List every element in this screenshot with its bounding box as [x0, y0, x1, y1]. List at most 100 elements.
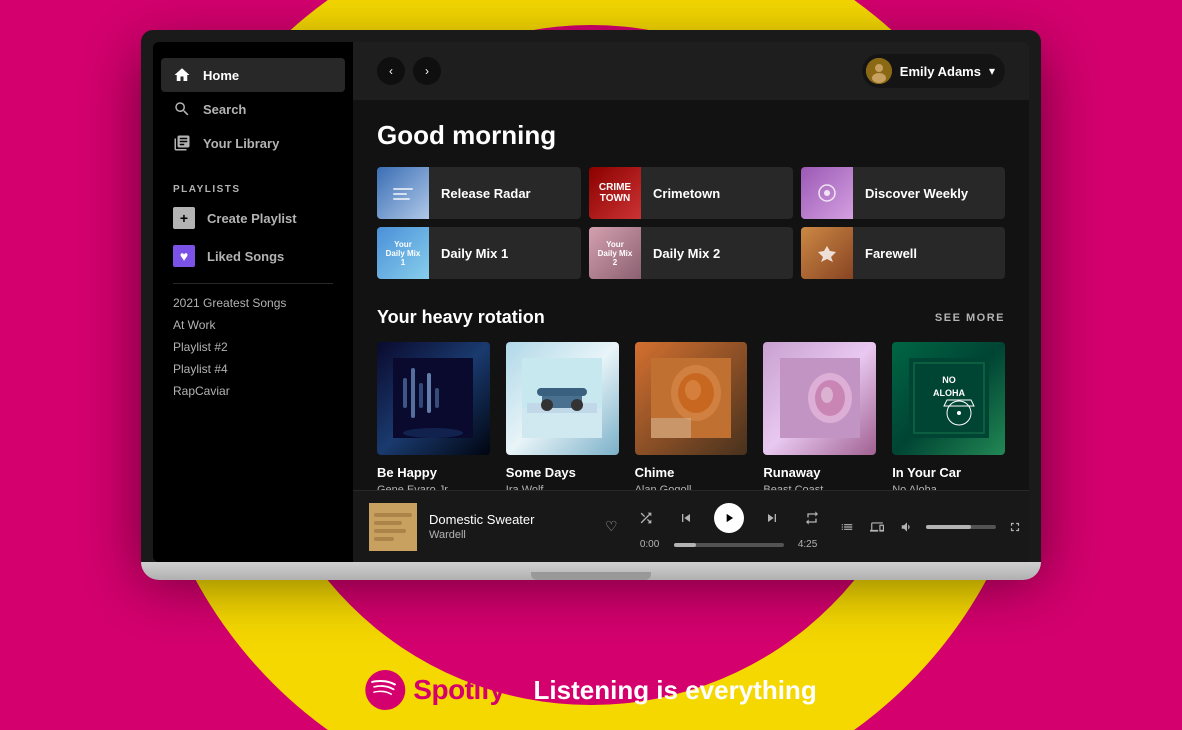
daily-mix-2-label: Daily Mix 2 [653, 246, 720, 261]
quick-item-release-radar[interactable]: Release Radar [377, 167, 581, 219]
farewell-label: Farewell [865, 246, 917, 261]
sidebar-item-library[interactable]: Your Library [161, 126, 345, 160]
playlist-item[interactable]: At Work [173, 318, 333, 332]
rotation-section-header: Your heavy rotation SEE MORE [377, 307, 1005, 328]
volume-bar[interactable] [926, 525, 996, 529]
quick-item-discover-weekly[interactable]: Discover Weekly [801, 167, 1005, 219]
page-title: Good morning [377, 120, 1005, 151]
nav-arrows: ‹ › [377, 57, 441, 85]
scroll-area[interactable]: Good morning [353, 100, 1029, 490]
fullscreen-button[interactable] [1004, 516, 1026, 538]
crimetown-thumb: CRIMETOWN [589, 167, 641, 219]
progress-bar[interactable] [674, 543, 784, 547]
liked-songs-action[interactable]: ♥ Liked Songs [153, 237, 353, 275]
laptop-screen: Home Search [153, 42, 1029, 562]
runaway-thumb [763, 342, 876, 455]
next-button[interactable] [760, 506, 784, 530]
now-playing-bar: Domestic Sweater Wardell ♡ [353, 490, 1029, 562]
progress-row: 0:00 4:25 [634, 539, 824, 550]
devices-button[interactable] [866, 516, 888, 538]
tagline: Listening is everything [534, 675, 817, 706]
quick-item-daily-mix-1[interactable]: YourDaily Mix1 Daily Mix 1 [377, 227, 581, 279]
track-name: Domestic Sweater [429, 512, 589, 527]
release-radar-thumb [377, 167, 429, 219]
create-playlist-label: Create Playlist [207, 211, 297, 226]
album-card-be-happy[interactable]: Be Happy Gene Evaro Jr. [377, 342, 490, 490]
library-label: Your Library [203, 136, 279, 151]
daily-mix-1-thumb: YourDaily Mix1 [377, 227, 429, 279]
playlist-item[interactable]: Playlist #4 [173, 362, 333, 376]
daily-mix-2-thumb: YourDaily Mix2 [589, 227, 641, 279]
quick-access-grid: Release Radar CRIMETOWN Crimetown [377, 167, 1005, 279]
rotation-cards: Be Happy Gene Evaro Jr. [377, 342, 1005, 490]
sidebar: Home Search [153, 42, 353, 562]
home-label: Home [203, 68, 239, 83]
back-button[interactable]: ‹ [377, 57, 405, 85]
farewell-thumb [801, 227, 853, 279]
sidebar-divider [173, 283, 333, 284]
be-happy-thumb [377, 342, 490, 455]
now-playing-thumb [369, 503, 417, 551]
spotify-icon [365, 670, 405, 710]
svg-text:NO: NO [942, 375, 956, 385]
quick-item-crimetown[interactable]: CRIMETOWN Crimetown [589, 167, 793, 219]
search-label: Search [203, 102, 246, 117]
playlist-item[interactable]: 2021 Greatest Songs [173, 296, 333, 310]
spotify-reg: ® [513, 683, 522, 697]
discover-weekly-label: Discover Weekly [865, 186, 968, 201]
spotify-name: Spotify [413, 674, 504, 706]
discover-weekly-thumb [801, 167, 853, 219]
chime-thumb [635, 342, 748, 455]
app-container: Home Search [153, 42, 1029, 562]
time-total: 4:25 [792, 539, 824, 550]
laptop-base [141, 562, 1041, 580]
release-radar-label: Release Radar [441, 186, 531, 201]
user-menu[interactable]: Emily Adams ▾ [862, 54, 1005, 88]
main-content: ‹ › Emily Adams [353, 42, 1029, 562]
in-your-car-title: In Your Car [892, 465, 1005, 480]
repeat-button[interactable] [800, 506, 824, 530]
playlist-item[interactable]: Playlist #2 [173, 340, 333, 354]
previous-button[interactable] [674, 506, 698, 530]
avatar [866, 58, 892, 84]
play-pause-button[interactable] [714, 503, 744, 533]
crimetown-label: Crimetown [653, 186, 720, 201]
like-track-button[interactable]: ♡ [601, 514, 622, 539]
add-icon: + [173, 207, 195, 229]
track-artist: Wardell [429, 529, 589, 541]
album-card-some-days[interactable]: Some Days Ira Wolf [506, 342, 619, 490]
see-more-button[interactable]: SEE MORE [935, 312, 1005, 324]
forward-button[interactable]: › [413, 57, 441, 85]
quick-item-farewell[interactable]: Farewell [801, 227, 1005, 279]
in-your-car-thumb: NO ALOHA [892, 342, 1005, 455]
search-icon [173, 100, 191, 118]
player-center: 0:00 4:25 [634, 503, 824, 550]
rotation-title: Your heavy rotation [377, 307, 545, 328]
user-name: Emily Adams [900, 64, 981, 79]
now-playing-info: Domestic Sweater Wardell [429, 512, 589, 541]
playlist-list: 2021 Greatest Songs At Work Playlist #2 … [153, 292, 353, 402]
heart-icon: ♥ [173, 245, 195, 267]
player-controls [634, 503, 824, 533]
some-days-title: Some Days [506, 465, 619, 480]
sidebar-item-search[interactable]: Search [161, 92, 345, 126]
queue-button[interactable] [836, 516, 858, 538]
liked-songs-label: Liked Songs [207, 249, 284, 264]
album-card-chime[interactable]: Chime Alan Gogoll [635, 342, 748, 490]
laptop-bezel: Home Search [141, 30, 1041, 562]
shuffle-button[interactable] [634, 506, 658, 530]
be-happy-title: Be Happy [377, 465, 490, 480]
runaway-title: Runaway [763, 465, 876, 480]
album-card-in-your-car[interactable]: NO ALOHA In Your Car No Aloha [892, 342, 1005, 490]
svg-text:ALOHA: ALOHA [933, 388, 965, 398]
progress-fill [674, 543, 696, 547]
dropdown-icon: ▾ [989, 64, 995, 78]
topbar: ‹ › Emily Adams [353, 42, 1029, 100]
sidebar-item-home[interactable]: Home [161, 58, 345, 92]
quick-item-daily-mix-2[interactable]: YourDaily Mix2 Daily Mix 2 [589, 227, 793, 279]
create-playlist-action[interactable]: + Create Playlist [153, 199, 353, 237]
volume-button[interactable] [896, 516, 918, 538]
playlist-item[interactable]: RapCaviar [173, 384, 333, 398]
volume-fill [926, 525, 972, 529]
album-card-runaway[interactable]: Runaway Beast Coast [763, 342, 876, 490]
